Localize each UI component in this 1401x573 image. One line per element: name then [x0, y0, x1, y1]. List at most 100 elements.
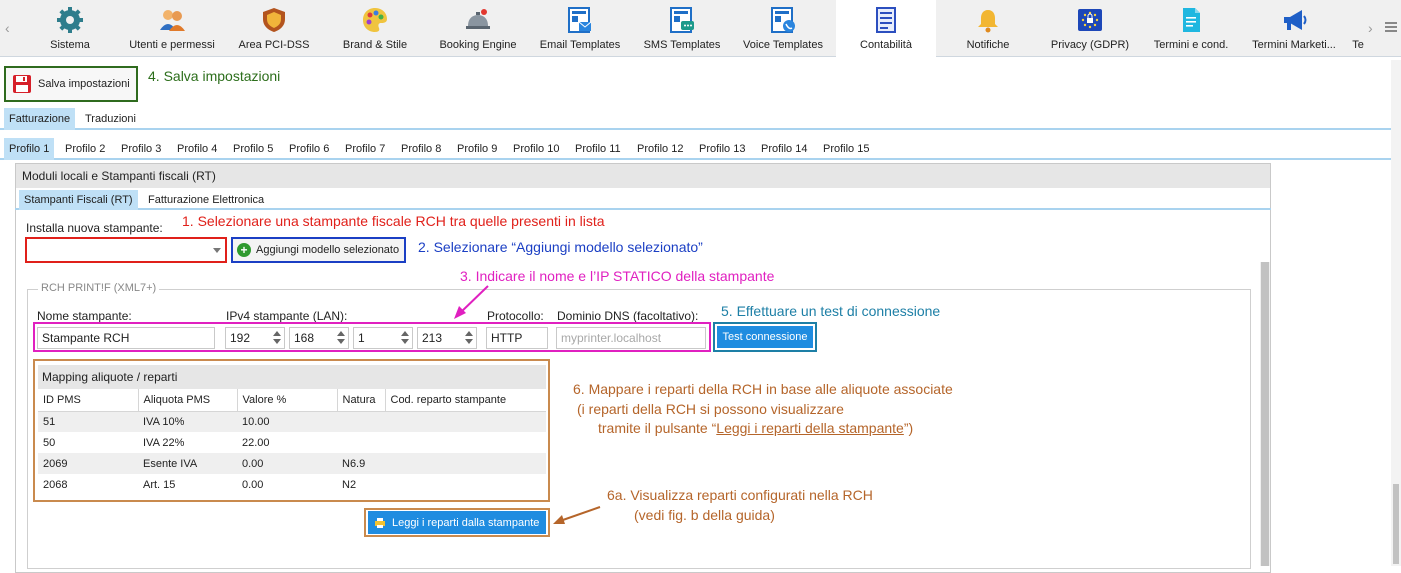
cell-valore: 22.00 [242, 436, 270, 449]
cell-id-pms: 2068 [43, 478, 68, 491]
toolbar-item-label: Email Templates [539, 39, 621, 51]
toolbar-item-label: Privacy (GDPR) [1050, 39, 1130, 51]
add-model-button[interactable]: + Aggiungi modello selezionato [231, 237, 406, 263]
annotation-step-6a-line-2: (vedi fig. b della guida) [634, 507, 775, 523]
table-header-row: ID PMS Aliquota PMS Valore % Natura Cod.… [38, 389, 546, 412]
toolbar-item-notifiche[interactable]: Notifiche [946, 0, 1030, 57]
toolbar-item-privacy[interactable]: Privacy (GDPR) [1044, 0, 1136, 57]
tab-profilo-12[interactable]: Profilo 12 [632, 138, 688, 160]
ip-octet-4-input[interactable]: 213 [417, 327, 477, 349]
tab-profilo-4[interactable]: Profilo 4 [172, 138, 222, 160]
toolbar-item-utenti[interactable]: Utenti e permessi [124, 0, 220, 57]
tab-profilo-1[interactable]: Profilo 1 [4, 138, 55, 160]
tab-profilo-7[interactable]: Profilo 7 [340, 138, 390, 160]
spinner-icon[interactable] [337, 331, 345, 344]
cell-aliquota: Esente IVA [138, 453, 237, 474]
toolbar-item-booking[interactable]: Booking Engine [436, 0, 520, 57]
tab-profilo-6[interactable]: Profilo 6 [284, 138, 334, 160]
column-header-natura[interactable]: Natura [337, 389, 386, 412]
toolbar-item-truncated[interactable]: Te [1350, 0, 1366, 57]
tab-profilo-11[interactable]: Profilo 11 [570, 138, 626, 160]
save-settings-button[interactable]: Salva impostazioni [4, 66, 138, 102]
spinner-icon[interactable] [401, 331, 409, 344]
toolbar-item-termini[interactable]: Termini e cond. [1148, 0, 1234, 57]
terms-document-icon [1183, 8, 1200, 32]
tab-profilo-5[interactable]: Profilo 5 [228, 138, 278, 160]
toolbar-item-label: Contabilità [860, 39, 912, 51]
toolbar-item-label: Booking Engine [439, 39, 517, 51]
cell-cod-reparto[interactable] [385, 432, 546, 453]
cell-natura [337, 432, 385, 453]
table-row[interactable]: 2069 Esente IVA 0.00 N6.9 [38, 453, 546, 474]
printer-name-label: Nome stampante: [37, 309, 132, 323]
toolbar-menu-icon[interactable] [1385, 22, 1397, 34]
install-printer-select[interactable] [25, 237, 227, 263]
panel-scrollbar-thumb[interactable] [1261, 262, 1269, 566]
tab-profilo-9[interactable]: Profilo 9 [452, 138, 502, 160]
toolbar-item-pci[interactable]: Area PCI-DSS [232, 0, 316, 57]
cell-cod-reparto[interactable] [385, 411, 546, 432]
spinner-icon[interactable] [273, 331, 281, 344]
tab-fatturazione[interactable]: Fatturazione [4, 108, 76, 130]
cell-id-pms: 51 [38, 411, 138, 432]
toolbar-item-label: Voice Templates [743, 39, 823, 51]
tab-stampanti-fiscali[interactable]: Stampanti Fiscali (RT) [19, 190, 138, 210]
dns-input[interactable]: myprinter.localhost [556, 327, 706, 349]
cell-natura [337, 411, 385, 432]
toolbar-item-email-templates[interactable]: Email Templates [535, 0, 625, 57]
spinner-icon[interactable] [465, 331, 473, 344]
ip-octet-1-input[interactable]: 192 [225, 327, 285, 349]
toolbar-item-voice-templates[interactable]: Voice Templates [740, 0, 826, 57]
printer-name-input[interactable]: Stampante RCH [37, 327, 215, 349]
annotation-step-1: 1. Selezionare una stampante fiscale RCH… [182, 213, 605, 229]
panel-scrollbar[interactable] [1260, 262, 1270, 566]
test-connection-button[interactable]: Test connessione [717, 326, 813, 348]
cell-id-pms: 2069 [38, 453, 138, 474]
column-header-cod-reparto[interactable]: Cod. reparto stampante [385, 389, 546, 412]
table-row[interactable]: 2068 Art. 15 0.00 N2 [38, 474, 546, 495]
table-row[interactable]: 50 IVA 22% 22.00 [38, 432, 546, 453]
tab-profilo-8[interactable]: Profilo 8 [396, 138, 446, 160]
annotation-step-6-line-3-suffix: ”) [903, 420, 914, 436]
page-scrollbar[interactable] [1391, 60, 1401, 566]
tab-profilo-3[interactable]: Profilo 3 [116, 138, 166, 160]
toolbar-item-label: Termini e cond. [1153, 39, 1229, 51]
toolbar-item-brand[interactable]: Brand & Stile [333, 0, 417, 57]
ip-octet-3-input[interactable]: 1 [353, 327, 413, 349]
scroll-left-icon[interactable]: ‹ [5, 20, 10, 36]
toolbar-item-sistema[interactable]: Sistema [28, 0, 112, 57]
cell-cod-reparto[interactable] [385, 474, 546, 495]
page-scrollbar-thumb[interactable] [1393, 484, 1399, 564]
toolbar-item-termini-marketing[interactable]: Termini Marketi... [1248, 0, 1340, 57]
tab-profilo-15[interactable]: Profilo 15 [818, 138, 874, 160]
toolbar-item-sms-templates[interactable]: SMS Templates [640, 0, 724, 57]
table-row[interactable]: 51 IVA 10% 10.00 [38, 411, 546, 432]
protocol-input[interactable]: HTTP [486, 327, 548, 349]
column-header-id-pms[interactable]: ID PMS [38, 389, 139, 412]
read-departments-button[interactable]: Leggi i reparti dalla stampante [368, 511, 546, 534]
cell-natura: N2 [342, 478, 357, 491]
column-header-valore[interactable]: Valore % [237, 389, 338, 412]
users-icon [160, 10, 185, 31]
ip-octet-4-value: 213 [422, 331, 443, 345]
tab-profilo-13[interactable]: Profilo 13 [694, 138, 750, 160]
toolbar-item-label: Notifiche [966, 39, 1010, 51]
profile-tabbar: Profilo 1 Profilo 2 Profilo 3 Profilo 4 … [0, 138, 1401, 160]
read-departments-label: Leggi i reparti dalla stampante [392, 516, 540, 529]
cell-cod-reparto[interactable] [385, 453, 546, 474]
scroll-right-icon[interactable]: › [1368, 20, 1373, 36]
toolbar-item-contabilita[interactable]: Contabilità [836, 0, 936, 57]
tab-profilo-10[interactable]: Profilo 10 [508, 138, 564, 160]
column-header-aliquota[interactable]: Aliquota PMS [138, 389, 238, 412]
tab-profilo-14[interactable]: Profilo 14 [756, 138, 812, 160]
tab-traduzioni[interactable]: Traduzioni [80, 108, 141, 130]
panel-title: Moduli locali e Stampanti fiscali (RT) [16, 164, 1270, 188]
ip-octet-2-value: 168 [294, 331, 315, 345]
ip-octet-2-input[interactable]: 168 [289, 327, 349, 349]
toolbar-item-label: Termini Marketi... [1252, 39, 1336, 51]
cell-valore: 0.00 [242, 478, 264, 491]
tab-profilo-2[interactable]: Profilo 2 [60, 138, 110, 160]
toolbar-item-label: Brand & Stile [342, 39, 408, 51]
tab-fatturazione-elettronica[interactable]: Fatturazione Elettronica [143, 190, 269, 210]
notification-bell-icon [978, 10, 998, 33]
